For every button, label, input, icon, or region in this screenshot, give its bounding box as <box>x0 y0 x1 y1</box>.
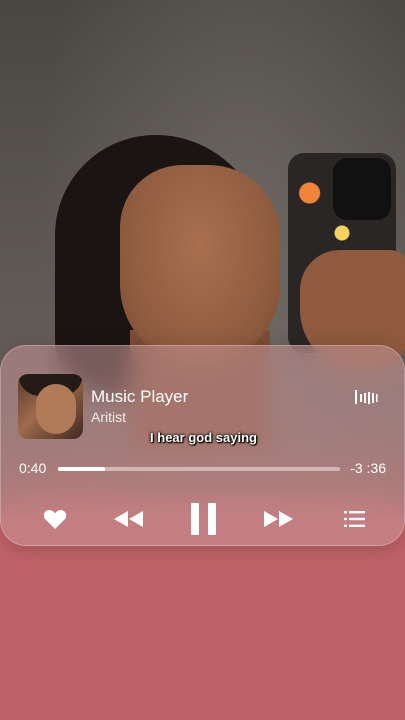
heart-icon <box>43 509 67 529</box>
next-button[interactable] <box>263 509 295 529</box>
sound-wave-icon[interactable] <box>354 388 378 406</box>
like-button[interactable] <box>43 508 67 530</box>
rewind-icon <box>114 511 143 527</box>
track-title: Music Player <box>91 387 189 406</box>
elapsed-time: 0:40 <box>19 460 47 476</box>
list-icon <box>344 511 365 527</box>
lyric-caption: I hear god saying <box>150 430 257 445</box>
previous-button[interactable] <box>112 509 144 529</box>
remaining-time: -3 :36 <box>350 460 386 476</box>
pause-icon <box>191 503 216 535</box>
person-face <box>120 165 280 365</box>
progress-fill <box>58 467 105 471</box>
fast-forward-icon <box>264 511 293 527</box>
album-art-face <box>36 384 76 434</box>
pause-button[interactable] <box>190 503 218 535</box>
queue-button[interactable] <box>344 510 365 528</box>
music-player-card: Music Player Aritist I hear god saying 0… <box>0 345 405 546</box>
progress-bar[interactable] <box>58 467 340 471</box>
track-artist: Aritist <box>91 409 126 425</box>
phone-camera <box>333 158 391 220</box>
